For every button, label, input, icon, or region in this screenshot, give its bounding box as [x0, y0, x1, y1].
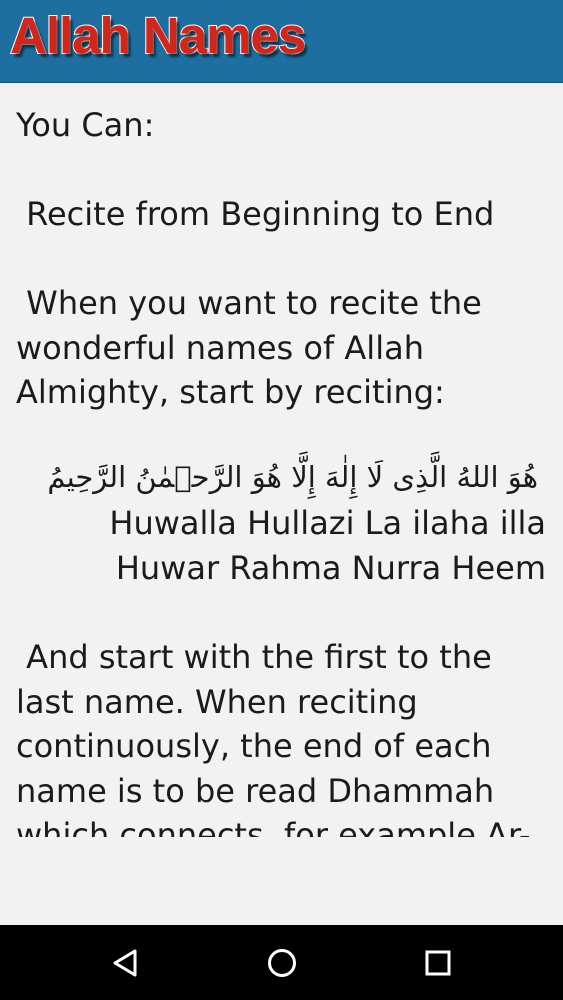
home-button[interactable] — [242, 925, 322, 1000]
recents-square-icon — [425, 950, 451, 975]
back-button[interactable] — [85, 925, 165, 1000]
arabic-verse: هُوَ اللهُ الَّذِى لَا إِلٰهَ إِلَّا هُو… — [47, 460, 538, 494]
content-scroll-area[interactable]: You Can: Recite from Beginning to End Wh… — [0, 83, 563, 837]
transliteration-line: Huwalla Hullazi La ilaha illa — [109, 504, 546, 542]
back-triangle-icon — [113, 949, 137, 976]
intro-text: You Can: Recite from Beginning to End Wh… — [16, 106, 495, 411]
system-nav-bar — [0, 925, 563, 1000]
body-text: And start with the first to the last nam… — [16, 638, 531, 837]
app-bar: Allah Names — [0, 0, 563, 83]
home-circle-icon — [268, 948, 296, 977]
app-title: Allah Names — [9, 6, 307, 65]
recents-button[interactable] — [398, 925, 478, 1000]
transliteration-line: Huwar Rahma Nurra Heem — [115, 548, 546, 587]
transliteration: Huwalla Hullazi La ilaha illa Huwar Rahm… — [16, 501, 546, 590]
